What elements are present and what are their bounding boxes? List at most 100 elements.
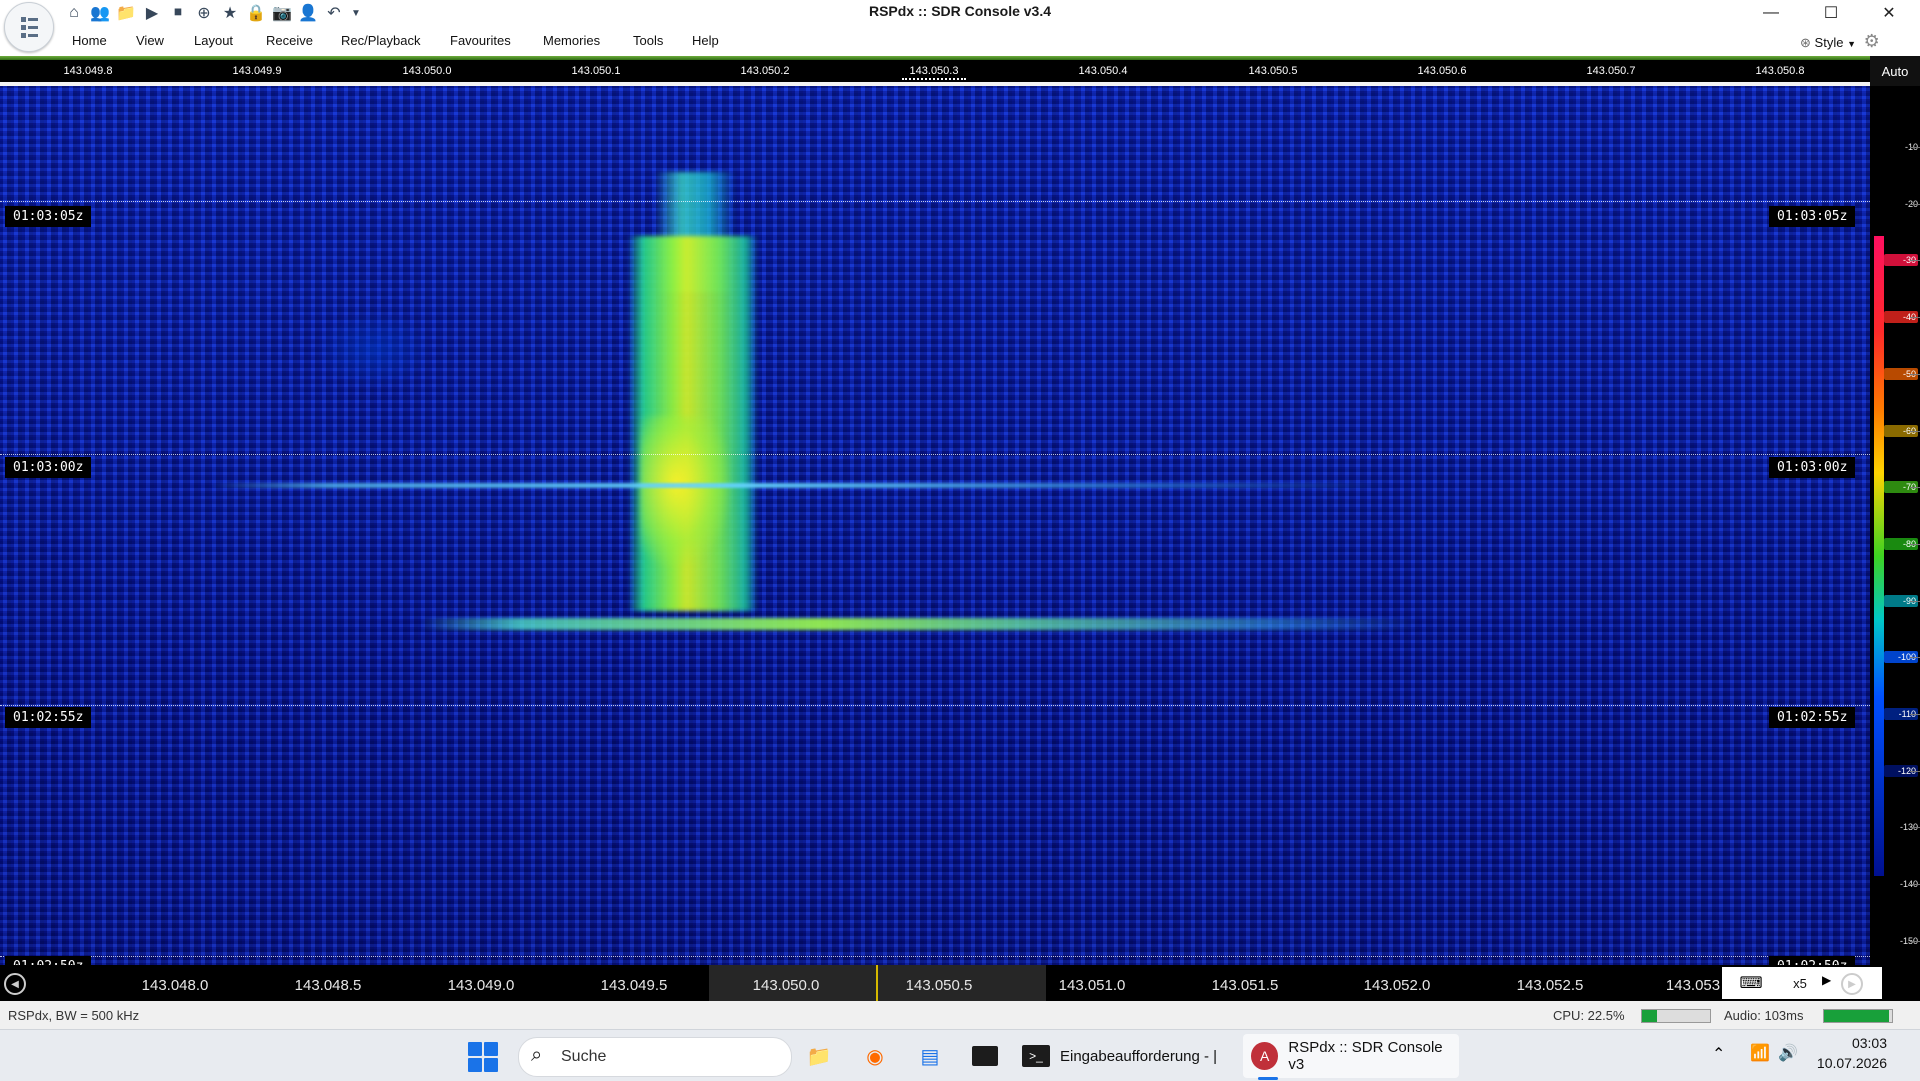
timestamp-right: 01:03:00z (1769, 457, 1856, 478)
menu-view[interactable]: View (136, 33, 164, 48)
add-icon[interactable]: ⊕ (194, 3, 214, 23)
zoom-level[interactable]: x5 (1770, 972, 1830, 994)
play-icon[interactable]: ▶ (142, 3, 162, 23)
firefox-icon[interactable]: ◉ (860, 1041, 890, 1071)
notepad-icon[interactable]: ▤ (915, 1041, 945, 1071)
camera-icon[interactable]: 📷 (272, 3, 292, 23)
taskbar-app-command-prompt[interactable]: >_ Eingabeaufforderung - | (1022, 1034, 1238, 1078)
db-scale-tick (1910, 317, 1920, 319)
chevron-right-icon[interactable]: ▶ (1822, 973, 1831, 987)
db-scale-tick (1910, 147, 1920, 148)
clock-date: 10.07.2026 (1816, 1055, 1887, 1071)
top-frequency-tick: 143.050.4 (1078, 65, 1128, 77)
top-frequency-tick: 143.050.8 (1755, 65, 1805, 77)
wifi-icon[interactable]: 📶 (1750, 1043, 1770, 1063)
top-frequency-tick: 143.050.6 (1417, 65, 1467, 77)
top-frequency-tick: 143.050.0 (402, 65, 452, 77)
quick-access-toolbar: ⌂ 👥 📁 ▶ ⏹ ⊕ ★ 🔒 📷 👤 ↶ ▼ (64, 1, 362, 25)
menu-home[interactable]: Home (72, 33, 107, 48)
minimize-button[interactable]: — (1748, 0, 1794, 26)
folder-icon[interactable]: 📁 (116, 3, 136, 23)
windows-logo-icon (468, 1058, 482, 1072)
user-icon[interactable]: 👤 (298, 3, 318, 23)
menu-help[interactable]: Help (692, 33, 719, 48)
db-scale-tick (1910, 543, 1920, 545)
bottom-frequency-tick: 143.053 (1665, 977, 1721, 994)
time-gridline (0, 454, 1870, 455)
tuned-frequency-marker[interactable] (876, 965, 878, 1001)
menu-rec-playback[interactable]: Rec/Playback (341, 33, 420, 48)
device-status: RSPdx, BW = 500 kHz (8, 1008, 140, 1023)
db-scale-tick (1910, 600, 1920, 602)
top-frequency-scale[interactable]: 143.049.8 143.049.9 143.050.0 143.050.1 143.… (0, 60, 1870, 82)
star-icon[interactable]: ★ (220, 3, 240, 23)
chevron-up-icon[interactable]: ⌃ (1712, 1044, 1725, 1064)
waterfall-display[interactable]: 01:03:05z 01:03:05z 01:03:00z 01:03:00z … (0, 86, 1870, 965)
top-frequency-tick: 143.050.3 (909, 65, 959, 77)
auto-button[interactable]: Auto (1870, 56, 1920, 86)
start-button[interactable] (468, 1042, 498, 1072)
bottom-frequency-tick: 143.051.5 (1211, 977, 1279, 994)
taskbar-app-label: Eingabeaufforderung - | (1060, 1047, 1218, 1065)
clock[interactable]: 03:03 10.07.2026 (1795, 1033, 1887, 1073)
dropdown-icon[interactable]: ▼ (350, 8, 362, 19)
db-scale-tick (1910, 203, 1920, 205)
taskbar: ⌕ Suche 📁 ◉ ▤ >_ Eingabeaufforderung - |… (0, 1029, 1920, 1081)
close-button[interactable]: ✕ (1866, 0, 1912, 26)
scroll-left-button[interactable]: ◀ (4, 973, 26, 995)
bottom-frequency-tick: 143.048.5 (294, 977, 362, 994)
close-icon: ✕ (1882, 5, 1896, 22)
menu-layout[interactable]: Layout (194, 33, 233, 48)
lock-icon[interactable]: 🔒 (246, 3, 266, 23)
timestamp-left: 01:03:05z (5, 206, 92, 227)
top-frequency-tick: 143.050.7 (1586, 65, 1636, 77)
top-frequency-tick: 143.050.1 (571, 65, 621, 77)
scroll-right-button[interactable]: ▶ (1841, 973, 1863, 995)
signal-carrier-line (210, 483, 1390, 488)
tuning-marker[interactable] (902, 78, 966, 80)
status-bar: RSPdx, BW = 500 kHz CPU: 22.5% Audio: 10… (0, 1001, 1920, 1029)
bottom-frequency-tick: 143.052.0 (1363, 977, 1431, 994)
db-scale-tick (1910, 940, 1920, 942)
windows-logo-icon (468, 1042, 482, 1056)
app-menu-button[interactable] (4, 2, 54, 52)
timestamp-right: 01:02:50z (1769, 956, 1856, 965)
menu-memories[interactable]: Memories (543, 33, 600, 48)
db-scale-tick (1910, 827, 1920, 829)
menu-favourites[interactable]: Favourites (450, 33, 511, 48)
terminal-icon[interactable] (970, 1041, 1000, 1071)
users-icon[interactable]: 👥 (90, 3, 110, 23)
menu-tools[interactable]: Tools (633, 33, 663, 48)
top-frequency-tick: 143.050.2 (740, 65, 790, 77)
taskbar-app-sdr-console[interactable]: A RSPdx :: SDR Console v3 (1243, 1034, 1459, 1078)
maximize-button[interactable]: ☐ (1808, 0, 1854, 26)
bottom-frequency-tick: 143.050.0 (752, 977, 820, 994)
keyboard-icon[interactable]: ⌨ (1736, 973, 1766, 993)
top-frequency-tick: 143.049.9 (232, 65, 282, 77)
file-explorer-icon[interactable]: 📁 (804, 1041, 834, 1071)
db-scale-tick (1910, 884, 1920, 886)
db-scale-tick (1910, 657, 1920, 659)
bottom-frequency-tick: 143.049.0 (447, 977, 515, 994)
home-icon[interactable]: ⌂ (64, 4, 84, 22)
gear-icon[interactable]: ⚙ (1864, 31, 1880, 51)
bottom-frequency-scale[interactable]: 143.048.0 143.048.5 143.049.0 143.049.5 143.… (0, 965, 1920, 1001)
timestamp-left: 01:02:55z (5, 707, 92, 728)
color-gradient-bar[interactable] (1874, 236, 1884, 876)
bottom-frequency-tick: 143.050.5 (905, 977, 973, 994)
timestamp-left: 01:02:50z (5, 956, 92, 965)
cpu-meter-fill (1642, 1010, 1658, 1022)
chevron-right-icon: ▶ (1848, 978, 1856, 990)
bottom-frequency-tick: 143.049.5 (600, 977, 668, 994)
style-menu[interactable]: ⊛ Style ▼ ⚙ (1800, 31, 1880, 52)
db-scale[interactable]: -10 -20 -30 -40 -50 -60 -70 -80 -90 -100 -110 -120-… (1870, 86, 1920, 965)
db-scale-tick (1910, 770, 1920, 772)
stop-icon[interactable]: ⏹ (168, 4, 188, 22)
menu-receive[interactable]: Receive (266, 33, 313, 48)
app-menu-icon (21, 17, 38, 38)
taskbar-search[interactable]: ⌕ Suche (518, 1037, 792, 1077)
palette-icon: ⊛ (1800, 35, 1811, 50)
db-scale-tick (1910, 260, 1920, 262)
timestamp-right: 01:03:05z (1769, 206, 1856, 227)
undo-icon[interactable]: ↶ (324, 3, 344, 23)
